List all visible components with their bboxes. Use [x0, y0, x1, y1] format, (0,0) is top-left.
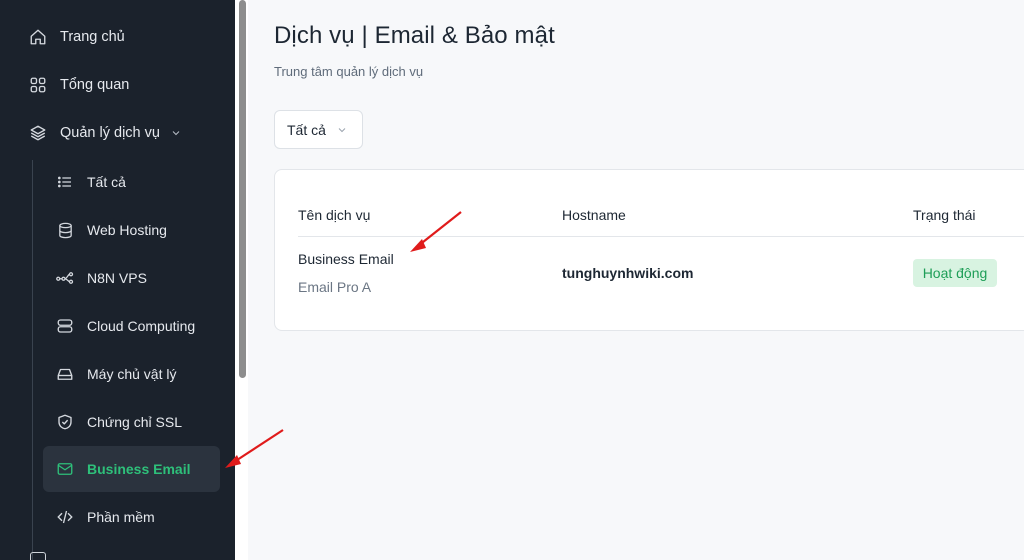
partial-menu-icon [30, 552, 46, 560]
sidebar-subitem-business-email[interactable]: Business Email [55, 455, 191, 483]
sidebar-subitem-label: Chứng chỉ SSL [87, 414, 182, 430]
chevron-down-icon [170, 127, 182, 139]
sidebar-subitem-chung-chi-ssl[interactable]: Chứng chỉ SSL [55, 408, 182, 436]
home-icon [28, 27, 48, 47]
layers-icon [28, 123, 48, 143]
table-header-divider [298, 236, 1024, 237]
sidebar-item-label: Tổng quan [60, 77, 130, 93]
server-icon [55, 316, 75, 336]
page-title: Dịch vụ | Email & Bảo mật [274, 22, 555, 49]
chevron-down-icon [336, 124, 348, 136]
sidebar-item-label: Trang chủ [60, 29, 125, 45]
sidebar-item-trang-chu[interactable]: Trang chủ [28, 23, 125, 51]
sidebar-subitem-label: Business Email [87, 461, 191, 477]
status-badge: Hoạt động [913, 259, 997, 287]
column-header-hostname: Hostname [562, 207, 626, 223]
nodes-icon [55, 268, 75, 288]
sidebar-item-quan-ly-dich-vu[interactable]: Quản lý dịch vụ [28, 119, 182, 147]
page-subtitle: Trung tâm quản lý dịch vụ [274, 64, 424, 79]
code-icon [55, 507, 75, 527]
sidebar-scrollbar-thumb[interactable] [239, 0, 246, 378]
submenu-divider [32, 160, 33, 560]
list-icon [55, 172, 75, 192]
sidebar-subitem-web-hosting[interactable]: Web Hosting [55, 216, 167, 244]
sidebar: Trang chủ Tổng quan Quản lý dịch vụ Tất … [0, 0, 235, 560]
hard-drive-icon [55, 364, 75, 384]
service-hostname: tunghuynhwiki.com [562, 265, 694, 281]
column-header-status: Trạng thái [913, 207, 976, 223]
sidebar-subitem-label: Web Hosting [87, 222, 167, 238]
filter-selected-value: Tất cả [287, 121, 326, 138]
sidebar-item-tong-quan[interactable]: Tổng quan [28, 71, 129, 99]
sidebar-subitem-n8n-vps[interactable]: N8N VPS [55, 264, 147, 292]
sidebar-subitem-label: Máy chủ vật lý [87, 366, 177, 382]
sidebar-item-label: Quản lý dịch vụ [60, 125, 160, 141]
database-icon [55, 220, 75, 240]
sidebar-subitem-cloud-computing[interactable]: Cloud Computing [55, 312, 195, 340]
sidebar-subitem-tat-ca[interactable]: Tất cả [55, 168, 126, 196]
shield-check-icon [55, 412, 75, 432]
sidebar-subitem-phan-mem[interactable]: Phần mềm [55, 503, 155, 531]
sidebar-subitem-label: Tất cả [87, 174, 126, 190]
service-plan: Email Pro A [298, 279, 372, 295]
column-header-service-name: Tên dịch vụ [298, 207, 371, 223]
service-filter-select[interactable]: Tất cả [274, 110, 363, 149]
sidebar-subitem-label: N8N VPS [87, 270, 147, 286]
services-table-card [274, 169, 1024, 331]
sidebar-subitem-label: Phần mềm [87, 509, 155, 525]
grid-icon [28, 75, 48, 95]
sidebar-subitem-may-chu-vat-ly[interactable]: Máy chủ vật lý [55, 360, 176, 388]
sidebar-subitem-label: Cloud Computing [87, 318, 196, 334]
mail-icon [55, 459, 75, 479]
service-name[interactable]: Business Email [298, 251, 394, 267]
